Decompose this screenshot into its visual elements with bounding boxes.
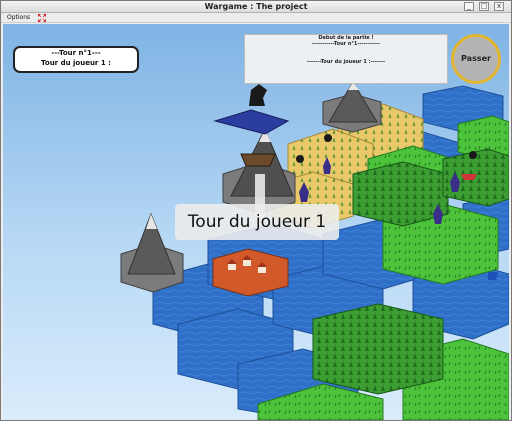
game-log-panel: Debut de la partie ! -----------Tour n°1…	[244, 34, 448, 84]
turn-number-label: ---Tour n°1---	[51, 49, 101, 57]
options-menu[interactable]: Options	[7, 13, 30, 23]
game-window: Wargame : The project _ □ x Options ---T…	[0, 0, 512, 421]
menu-bar: Options	[1, 13, 511, 23]
turn-indicator: ---Tour n°1--- Tour du joueur 1 :	[13, 46, 139, 73]
window-title: Wargame : The project	[204, 2, 308, 11]
fullscreen-arrows-icon[interactable]	[38, 14, 46, 22]
village-tile[interactable]	[212, 248, 289, 297]
maximize-button[interactable]: □	[479, 2, 489, 11]
game-viewport[interactable]: ---Tour n°1--- Tour du joueur 1 : Debut …	[3, 24, 509, 420]
current-player-label: Tour du joueur 1 :	[41, 59, 111, 67]
close-button[interactable]: x	[494, 2, 504, 11]
minimize-button[interactable]: _	[464, 2, 474, 11]
player-turn-banner: Tour du joueur 1	[175, 204, 339, 240]
log-line: -------Tour du joueur 1 :-------	[306, 59, 386, 65]
pass-turn-button[interactable]: Passer	[451, 34, 501, 84]
title-bar: Wargame : The project _ □ x	[1, 1, 511, 13]
